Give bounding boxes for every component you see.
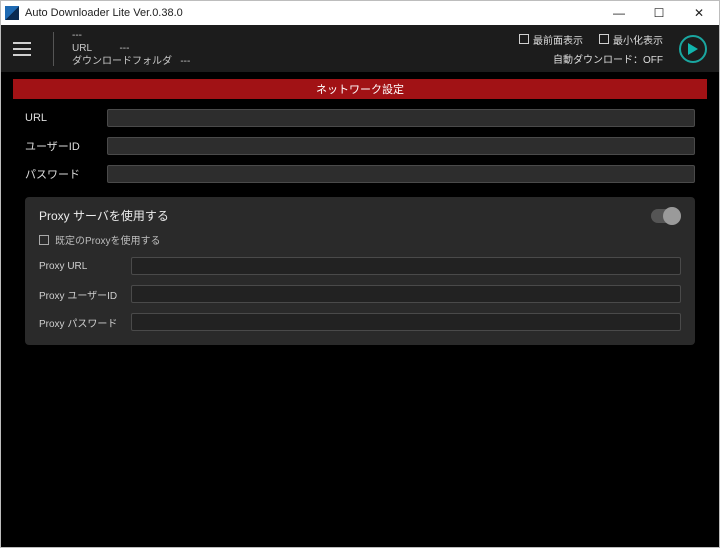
proxy-password-label: Proxy パスワード [39,315,131,330]
auto-download-label: 自動ダウンロード： [553,55,643,66]
proxy-panel: Proxy サーバを使用する 既定のProxyを使用する Proxy URL P… [25,197,695,345]
titlebar: Auto Downloader Lite Ver.0.38.0 ― ☐ ✕ [1,1,719,25]
window-controls: ― ☐ ✕ [599,2,719,25]
app-icon [5,6,19,20]
minimize-button[interactable]: ― [599,2,639,25]
password-input[interactable] [107,165,695,183]
header-separator [53,32,54,66]
proxy-url-input[interactable] [131,257,681,275]
minimize-display-label: 最小化表示 [613,32,663,47]
banner-title: ネットワーク設定 [316,81,404,97]
user-id-label: ユーザーID [25,138,107,154]
header-url-label: URL [72,43,92,54]
header-folder-label: ダウンロードフォルダ [72,56,172,67]
topmost-checkbox[interactable]: 最前面表示 [519,32,583,47]
header-info-title: --- [72,29,190,42]
proxy-user-id-input[interactable] [131,285,681,303]
url-label: URL [25,112,107,124]
app-header: --- URL --- ダウンロードフォルダ --- 最前面表示 [1,25,719,73]
network-form: URL ユーザーID パスワード Proxy サーバを使用する 既定のProxy… [1,109,719,417]
minimize-display-checkbox[interactable]: 最小化表示 [599,32,663,47]
maximize-button[interactable]: ☐ [639,2,679,25]
section-banner: ネットワーク設定 [13,79,707,99]
header-info: --- URL --- ダウンロードフォルダ --- [72,29,190,68]
play-button[interactable] [679,35,707,63]
header-options: 最前面表示 最小化表示 自動ダウンロード：OFF [519,32,663,66]
hamburger-icon[interactable] [13,38,35,60]
window-title: Auto Downloader Lite Ver.0.38.0 [25,7,183,19]
password-label: パスワード [25,166,107,182]
default-proxy-label: 既定のProxyを使用する [55,232,161,247]
proxy-user-id-label: Proxy ユーザーID [39,287,131,302]
proxy-password-input[interactable] [131,313,681,331]
header-url-value: --- [119,43,129,54]
close-button[interactable]: ✕ [679,2,719,25]
user-id-input[interactable] [107,137,695,155]
window: Auto Downloader Lite Ver.0.38.0 ― ☐ ✕ --… [0,0,720,548]
proxy-toggle[interactable] [651,209,681,223]
default-proxy-checkbox[interactable]: 既定のProxyを使用する [39,232,681,247]
header-folder-value: --- [180,56,190,67]
auto-download-status: 自動ダウンロード：OFF [553,51,663,66]
topmost-label: 最前面表示 [533,32,583,47]
url-input[interactable] [107,109,695,127]
proxy-url-label: Proxy URL [39,261,131,272]
auto-download-value: OFF [643,55,663,66]
proxy-panel-title: Proxy サーバを使用する [39,207,169,224]
